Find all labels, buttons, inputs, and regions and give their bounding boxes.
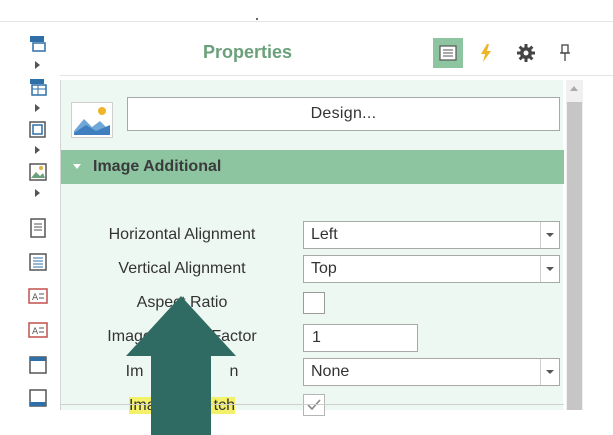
- aspect-ratio-checkbox[interactable]: [303, 292, 325, 314]
- horizontal-alignment-select[interactable]: Left: [303, 221, 560, 249]
- panel-header: Properties: [60, 28, 613, 76]
- list-icon[interactable]: [28, 252, 48, 272]
- gear-icon[interactable]: [511, 38, 541, 68]
- expand-caret-icon[interactable]: [35, 189, 40, 197]
- svg-text:A: A: [32, 293, 39, 303]
- label-icon[interactable]: A: [28, 286, 48, 306]
- section-title: Image Additional: [93, 158, 222, 175]
- properties-icon[interactable]: [433, 38, 463, 68]
- left-toolbar: A A: [20, 28, 56, 418]
- checkmark-icon: [307, 399, 321, 411]
- dropdown-arrow-icon[interactable]: [546, 233, 554, 237]
- layout-icon[interactable]: [28, 34, 48, 54]
- pin-icon[interactable]: [550, 38, 580, 68]
- horizontal-alignment-label: Horizontal Alignment: [108, 226, 256, 243]
- textbox-icon[interactable]: A: [28, 320, 48, 340]
- vertical-alignment-select[interactable]: Top: [303, 255, 560, 283]
- select-separator: [540, 256, 541, 282]
- table-icon[interactable]: [28, 77, 48, 97]
- footer-band-icon[interactable]: [28, 388, 48, 408]
- annotation-arrow-icon: [126, 296, 236, 435]
- expand-caret-icon[interactable]: [35, 146, 40, 154]
- select-value: None: [311, 363, 350, 380]
- events-icon[interactable]: [471, 38, 501, 68]
- svg-text:A: A: [32, 327, 39, 337]
- picture-icon[interactable]: [28, 162, 48, 182]
- separator-dot: [256, 18, 258, 20]
- select-value: Left: [311, 226, 338, 243]
- image-stretch-checkbox[interactable]: [303, 394, 325, 416]
- header-band-icon[interactable]: [28, 355, 48, 375]
- panel-title: Properties: [203, 42, 293, 62]
- design-button[interactable]: Design...: [127, 97, 560, 131]
- dropdown-arrow-icon[interactable]: [546, 267, 554, 271]
- dropdown-arrow-icon[interactable]: [546, 370, 554, 374]
- scroll-up-icon[interactable]: [570, 86, 578, 91]
- select-value: Top: [311, 260, 337, 277]
- expand-caret-icon[interactable]: [35, 104, 40, 112]
- top-strip: [0, 0, 613, 22]
- image-preview-icon: [71, 102, 113, 138]
- image-align-select[interactable]: None: [303, 358, 560, 386]
- image-multiple-factor-input[interactable]: 1: [303, 324, 418, 352]
- expand-caret-icon[interactable]: [35, 61, 40, 69]
- collapse-caret-icon[interactable]: [73, 164, 81, 169]
- document-icon[interactable]: [28, 218, 48, 238]
- select-separator: [540, 222, 541, 248]
- vertical-scrollbar[interactable]: [566, 80, 583, 410]
- vertical-alignment-label: Vertical Alignment: [118, 260, 246, 277]
- select-separator: [540, 359, 541, 385]
- scroll-thumb[interactable]: [567, 102, 582, 410]
- section-image-additional[interactable]: Image Additional: [61, 150, 564, 184]
- input-value: 1: [312, 329, 321, 346]
- grid-icon[interactable]: [28, 119, 48, 139]
